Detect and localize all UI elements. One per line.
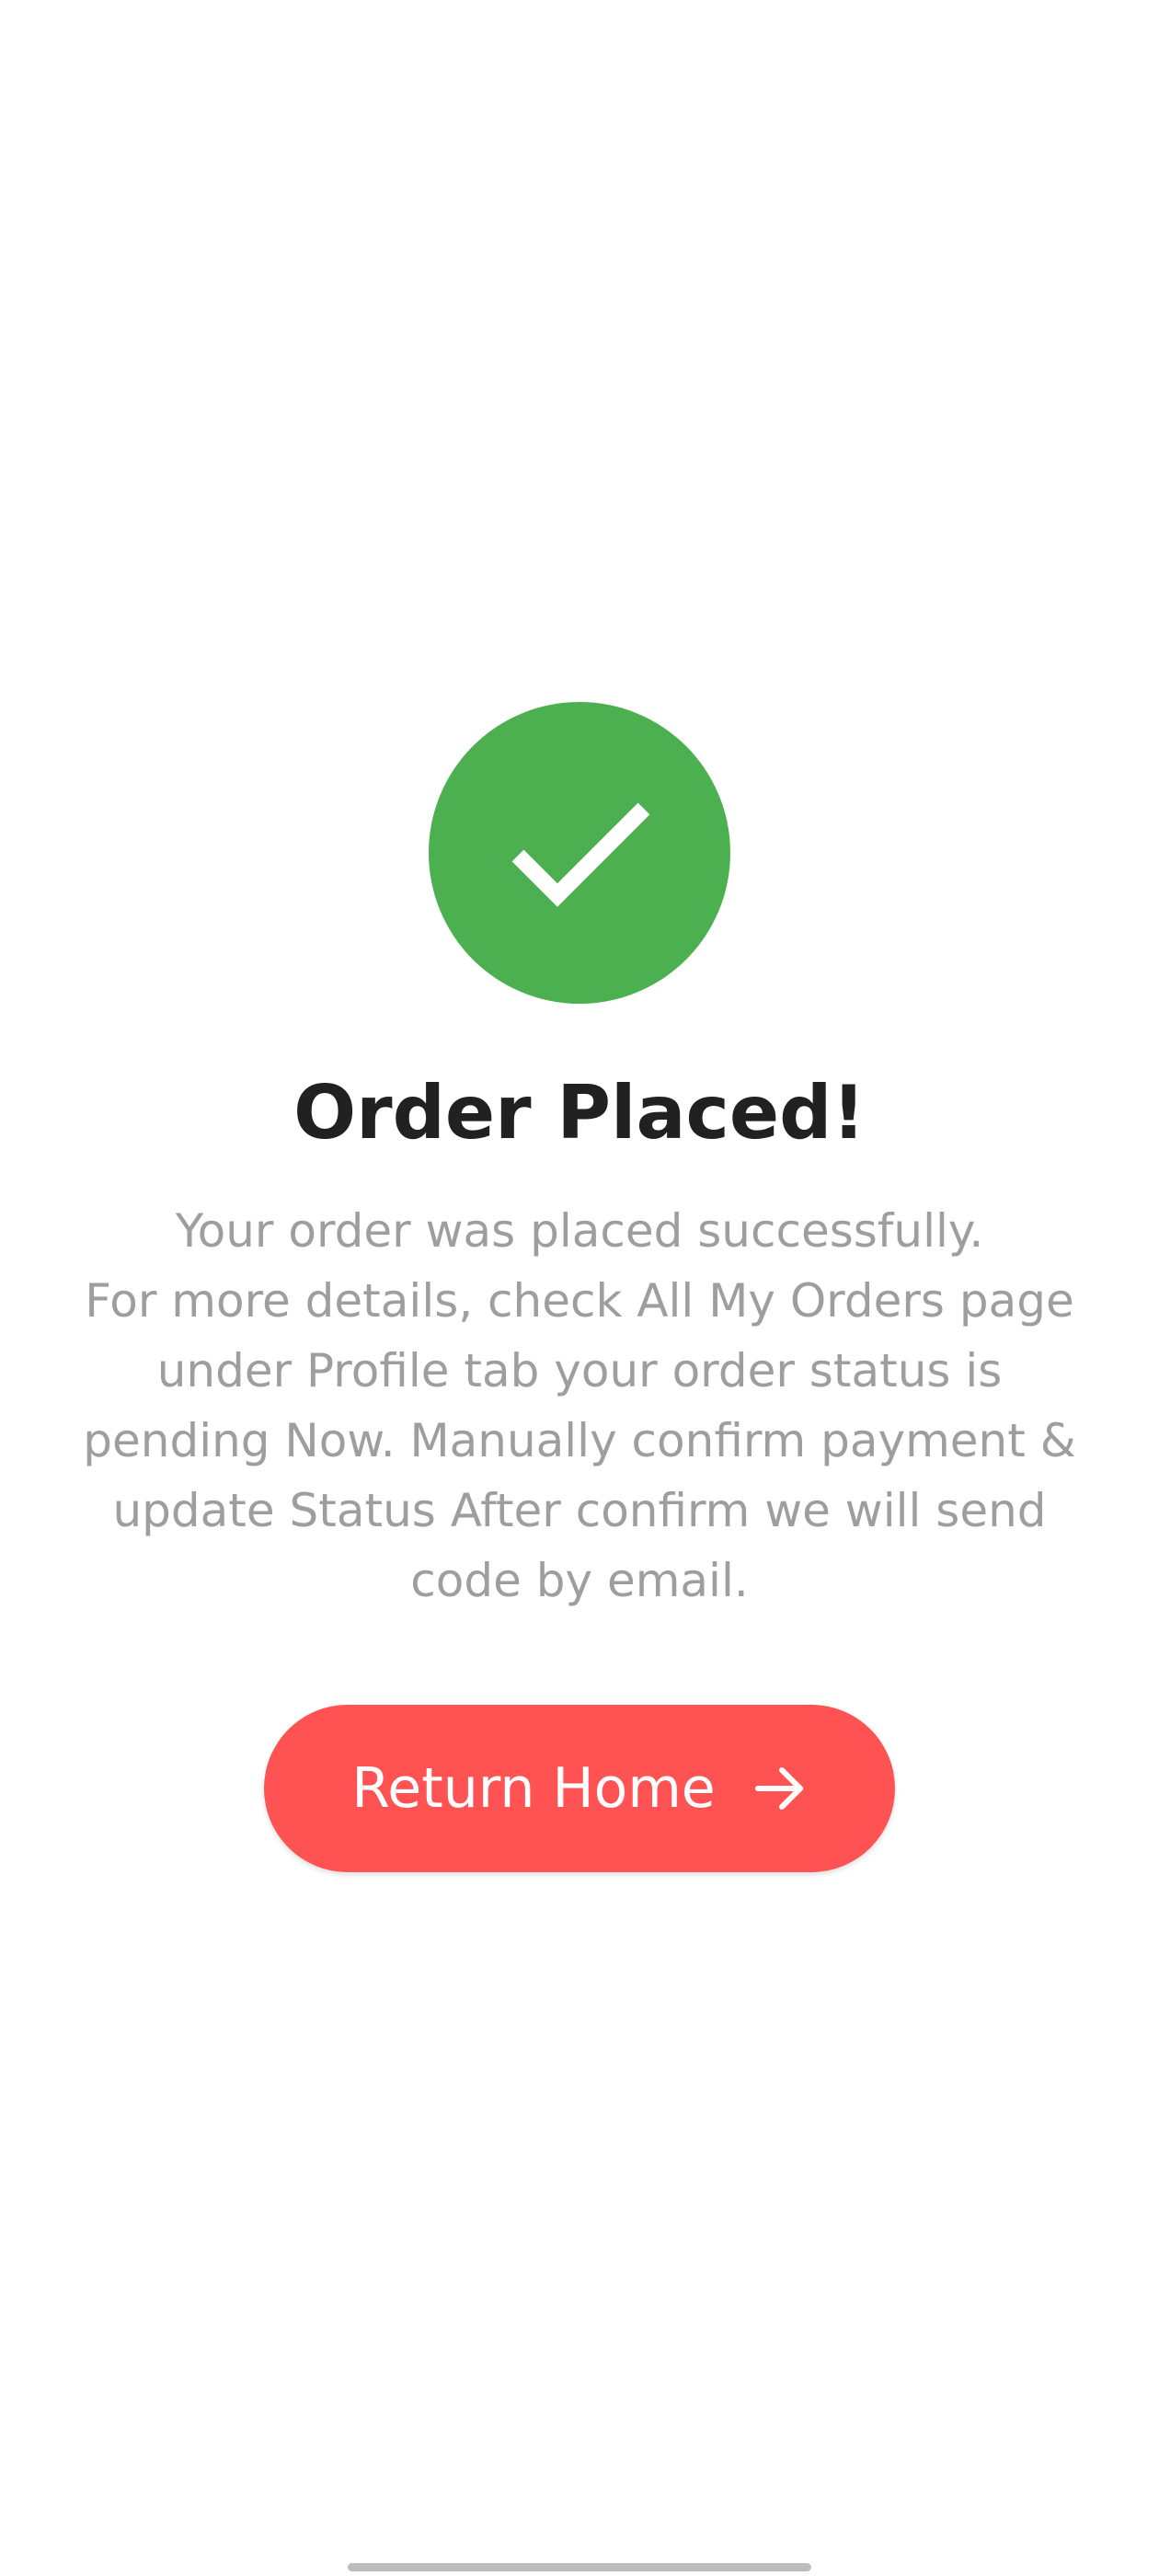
return-home-button[interactable]: Return Home (264, 1705, 895, 1872)
message-line: code by email. (410, 1554, 749, 1607)
check-icon (511, 802, 650, 907)
home-indicator[interactable] (348, 2563, 811, 2571)
order-placed-screen: Order Placed! Your order was placed succ… (0, 0, 1159, 2576)
confirmation-message: Your order was placed successfully. For … (55, 1196, 1104, 1616)
message-line: Your order was placed successfully. (175, 1204, 984, 1258)
message-line: under Profile tab your order status is (156, 1344, 1003, 1397)
arrow-right-icon (754, 1767, 803, 1810)
message-line: For more details, check All My Orders pa… (85, 1274, 1074, 1328)
return-home-label: Return Home (351, 1756, 716, 1821)
message-line: pending Now. Manually confirm payment & (83, 1414, 1076, 1467)
page-title: Order Placed! (293, 1070, 866, 1156)
success-badge (429, 702, 730, 1004)
message-line: update Status After confirm we will send (112, 1484, 1047, 1537)
